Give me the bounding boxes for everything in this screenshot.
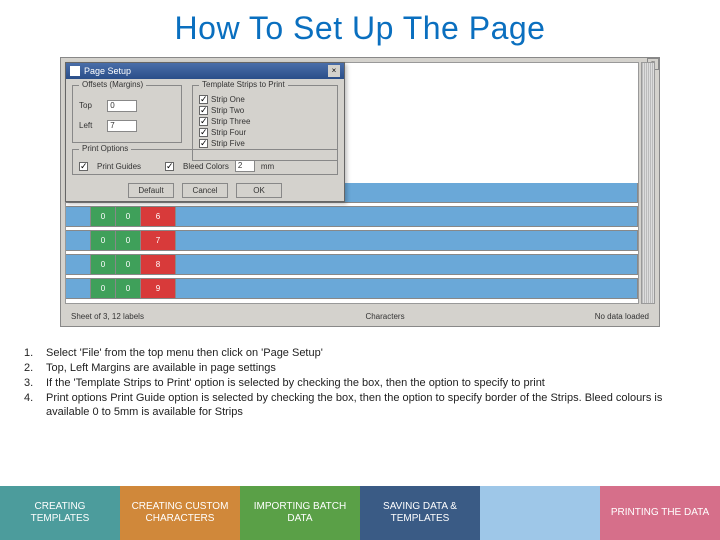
top-input[interactable]: 0 bbox=[107, 100, 137, 112]
bleed-unit: mm bbox=[261, 162, 274, 171]
bleed-label: Bleed Colors bbox=[183, 162, 229, 171]
list-item: Top, Left Margins are available in page … bbox=[46, 361, 276, 376]
status-bar: Sheet of 3, 12 labels Characters No data… bbox=[65, 308, 655, 324]
strip5-label: Strip Five bbox=[211, 139, 245, 148]
cell: 0 bbox=[116, 279, 141, 298]
cell: 7 bbox=[141, 231, 176, 250]
instructions-list: 1.Select 'File' from the top menu then c… bbox=[24, 346, 696, 420]
cell: 8 bbox=[141, 255, 176, 274]
tab-creating-characters[interactable]: CREATING CUSTOM CHARACTERS bbox=[120, 486, 240, 540]
strip5-checkbox[interactable] bbox=[199, 139, 208, 148]
strip3-label: Strip Three bbox=[211, 117, 250, 126]
list-item: If the 'Template Strips to Print' option… bbox=[46, 376, 545, 391]
table-row: 0 0 9 bbox=[66, 279, 638, 299]
list-number: 2. bbox=[24, 361, 46, 376]
tab-saving-data[interactable]: SAVING DATA & TEMPLATES bbox=[360, 486, 480, 540]
table-row: 0 0 6 bbox=[66, 207, 638, 227]
left-label: Left bbox=[79, 121, 105, 130]
print-options-fieldset: Print Options Print Guides Bleed Colors … bbox=[72, 149, 338, 175]
cell: 0 bbox=[91, 279, 116, 298]
offsets-legend: Offsets (Margins) bbox=[79, 80, 146, 89]
left-input[interactable]: 7 bbox=[107, 120, 137, 132]
status-left: Sheet of 3, 12 labels bbox=[65, 312, 235, 321]
cell: 9 bbox=[141, 279, 176, 298]
scrollbar[interactable] bbox=[641, 62, 655, 304]
close-icon[interactable]: × bbox=[328, 65, 340, 77]
cell: 6 bbox=[141, 207, 176, 226]
print-guides-checkbox[interactable] bbox=[79, 162, 88, 171]
bleed-checkbox[interactable] bbox=[165, 162, 174, 171]
bleed-input[interactable]: 2 bbox=[235, 160, 255, 172]
bottom-tabs: CREATING TEMPLATES CREATING CUSTOM CHARA… bbox=[0, 486, 720, 540]
tab-empty[interactable] bbox=[480, 486, 600, 540]
page-title: How To Set Up The Page bbox=[0, 0, 720, 57]
page-setup-dialog: Page Setup × Offsets (Margins) Top 0 Lef… bbox=[65, 62, 345, 202]
dialog-icon bbox=[70, 66, 80, 76]
list-number: 1. bbox=[24, 346, 46, 361]
strip1-checkbox[interactable] bbox=[199, 95, 208, 104]
cell: 0 bbox=[91, 207, 116, 226]
cell: 0 bbox=[116, 207, 141, 226]
tab-creating-templates[interactable]: CREATING TEMPLATES bbox=[0, 486, 120, 540]
tab-printing[interactable]: PRINTING THE DATA bbox=[600, 486, 720, 540]
table-row: 0 0 7 bbox=[66, 231, 638, 251]
cell: 0 bbox=[116, 231, 141, 250]
print-guides-label: Print Guides bbox=[97, 162, 141, 171]
tab-importing-data[interactable]: IMPORTING BATCH DATA bbox=[240, 486, 360, 540]
offsets-fieldset: Offsets (Margins) Top 0 Left 7 bbox=[72, 85, 182, 143]
status-mid: Characters bbox=[235, 312, 535, 321]
print-options-legend: Print Options bbox=[79, 144, 131, 153]
table-row: 0 0 8 bbox=[66, 255, 638, 275]
top-label: Top bbox=[79, 101, 105, 110]
default-button[interactable]: Default bbox=[128, 183, 174, 198]
list-item: Select 'File' from the top menu then cli… bbox=[46, 346, 323, 361]
strip3-checkbox[interactable] bbox=[199, 117, 208, 126]
cell: 0 bbox=[91, 231, 116, 250]
strips-legend: Template Strips to Print bbox=[199, 80, 288, 89]
list-number: 3. bbox=[24, 376, 46, 391]
list-number: 4. bbox=[24, 391, 46, 421]
cell: 0 bbox=[91, 255, 116, 274]
cell: 0 bbox=[116, 255, 141, 274]
strip2-checkbox[interactable] bbox=[199, 106, 208, 115]
status-right: No data loaded bbox=[535, 312, 655, 321]
strip1-label: Strip One bbox=[211, 95, 245, 104]
dialog-title: Page Setup bbox=[84, 66, 131, 76]
cancel-button[interactable]: Cancel bbox=[182, 183, 228, 198]
strip4-checkbox[interactable] bbox=[199, 128, 208, 137]
strip4-label: Strip Four bbox=[211, 128, 246, 137]
app-screenshot: × 0 0 5 0 0 6 bbox=[60, 57, 660, 327]
strip2-label: Strip Two bbox=[211, 106, 244, 115]
list-item: Print options Print Guide option is sele… bbox=[46, 391, 696, 421]
ok-button[interactable]: OK bbox=[236, 183, 282, 198]
